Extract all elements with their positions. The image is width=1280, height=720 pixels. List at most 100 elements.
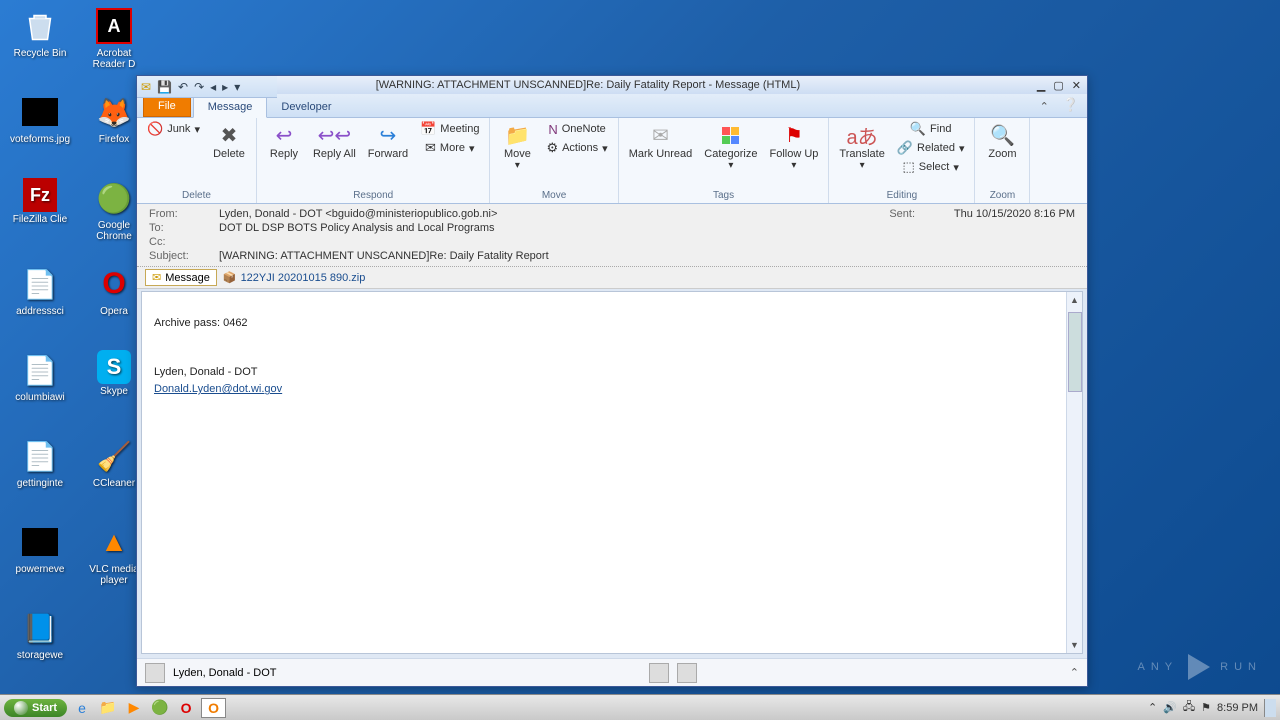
play-icon <box>1188 654 1210 680</box>
taskbar-ie[interactable]: e <box>71 698 93 718</box>
ribbon-tabs: File Message Developer ⌃ ❔ <box>137 94 1087 118</box>
addresssci-icon[interactable]: 📄addresssci <box>4 262 76 346</box>
clock[interactable]: 8:59 PM <box>1217 702 1258 714</box>
reply-all-button[interactable]: ↩↩Reply All <box>309 120 360 162</box>
avatar-small-2[interactable] <box>677 663 697 683</box>
zip-icon: 📦 <box>223 271 237 284</box>
select-icon: ⬚ <box>902 159 914 175</box>
message-body[interactable]: Archive pass: 0462 Lyden, Donald - DOT D… <box>142 292 1066 653</box>
start-orb-icon <box>14 701 28 715</box>
onenote-button[interactable]: NOneNote <box>542 120 611 138</box>
vertical-scrollbar[interactable]: ▲ ▼ <box>1066 292 1082 653</box>
junk-icon: 🚫 <box>147 121 163 137</box>
actions-button[interactable]: ⚙Actions ▾ <box>542 139 611 157</box>
junk-button[interactable]: 🚫Junk ▾ <box>143 120 204 138</box>
archive-pass-text: Archive pass: 0462 <box>154 316 1054 331</box>
sent-label: Sent: <box>865 208 915 220</box>
reply-button[interactable]: ↩Reply <box>263 120 305 162</box>
taskbar-opera[interactable]: O <box>175 698 197 718</box>
storagewe-icon[interactable]: 📘storagewe <box>4 606 76 690</box>
meeting-button[interactable]: 📅Meeting <box>416 120 483 138</box>
group-move: 📁Move ▾ NOneNote ⚙Actions ▾ Move <box>490 118 618 203</box>
help-icon[interactable]: ❔ <box>1055 93 1087 117</box>
message-tab[interactable]: ✉Message <box>145 269 217 286</box>
show-desktop[interactable] <box>1264 699 1276 717</box>
avatar-icon[interactable] <box>145 663 165 683</box>
tray-sound-icon[interactable]: 🔊 <box>1163 701 1177 714</box>
filezilla-icon[interactable]: FzFileZilla Clie <box>4 176 76 260</box>
delete-icon: ✖ <box>221 122 238 148</box>
from-value: Lyden, Donald - DOT <bguido@ministeriopu… <box>219 208 865 220</box>
translate-button[interactable]: aあTranslate ▾ <box>835 120 888 173</box>
related-icon: 🔗 <box>897 140 913 156</box>
watermark: ANY RUN <box>1138 654 1262 680</box>
columbiawi-icon[interactable]: 📄columbiawi <box>4 348 76 432</box>
save-icon[interactable]: 💾 <box>157 80 172 94</box>
move-button[interactable]: 📁Move ▾ <box>496 120 538 173</box>
tab-file[interactable]: File <box>143 95 191 117</box>
zoom-button[interactable]: 🔍Zoom <box>981 120 1023 162</box>
start-button[interactable]: Start <box>4 699 67 717</box>
delete-button[interactable]: ✖Delete <box>208 120 250 162</box>
envelope-icon: ✉ <box>152 271 161 284</box>
taskbar-chrome[interactable]: 🟢 <box>149 698 171 718</box>
maximize-button[interactable]: ▢ <box>1051 79 1065 92</box>
powerneve-icon[interactable]: powerneve <box>4 520 76 604</box>
attachment-file[interactable]: 📦122YJI 20201015 890.zip <box>223 271 365 284</box>
message-body-area: Archive pass: 0462 Lyden, Donald - DOT D… <box>141 291 1083 654</box>
attachment-row: ✉Message 📦122YJI 20201015 890.zip <box>137 267 1087 289</box>
signature-email-link[interactable]: Donald.Lyden@dot.wi.gov <box>154 383 282 395</box>
taskbar-media[interactable]: ▶ <box>123 698 145 718</box>
collapse-ribbon-icon[interactable]: ⌃ <box>1034 96 1055 117</box>
tray-flag-icon[interactable]: ⚑ <box>1201 701 1211 714</box>
people-pane: Lyden, Donald - DOT ⌃ <box>137 658 1087 686</box>
group-editing: aあTranslate ▾ 🔍Find 🔗Related ▾ ⬚Select ▾… <box>829 118 975 203</box>
system-tray: ⌃ 🔊 🖧 ⚑ 8:59 PM <box>1148 698 1276 717</box>
find-button[interactable]: 🔍Find <box>893 120 969 138</box>
qat-more-icon[interactable]: ▾ <box>234 80 240 94</box>
expand-people-icon[interactable]: ⌃ <box>1070 666 1079 679</box>
voteforms-icon[interactable]: voteforms.jpg <box>4 90 76 174</box>
tab-developer[interactable]: Developer <box>267 97 345 117</box>
taskbar-outlook[interactable]: O <box>201 698 226 718</box>
flag-icon: ⚑ <box>785 122 803 148</box>
select-button[interactable]: ⬚Select ▾ <box>893 158 969 176</box>
more-button[interactable]: ✉More ▾ <box>416 139 483 157</box>
prev-icon[interactable]: ◂ <box>210 80 216 94</box>
taskbar-explorer[interactable]: 📁 <box>97 698 119 718</box>
from-label: From: <box>149 208 219 220</box>
gettinginte-icon[interactable]: 📄gettinginte <box>4 434 76 518</box>
to-value: DOT DL DSP BOTS Policy Analysis and Loca… <box>219 222 1075 234</box>
scroll-thumb[interactable] <box>1068 312 1082 392</box>
mark-unread-button[interactable]: ✉Mark Unread <box>625 120 697 162</box>
tray-expand-icon[interactable]: ⌃ <box>1148 701 1157 714</box>
cc-label: Cc: <box>149 236 219 248</box>
subject-label: Subject: <box>149 250 219 262</box>
mark-unread-icon: ✉ <box>652 122 669 148</box>
tray-network-icon[interactable]: 🖧 <box>1183 698 1195 717</box>
related-button[interactable]: 🔗Related ▾ <box>893 139 969 157</box>
group-delete: 🚫Junk ▾ ✖Delete Delete <box>137 118 257 203</box>
redo-icon[interactable]: ↷ <box>194 80 204 94</box>
next-icon[interactable]: ▸ <box>222 80 228 94</box>
tab-message[interactable]: Message <box>193 96 268 118</box>
scroll-up-icon[interactable]: ▲ <box>1067 292 1082 308</box>
titlebar[interactable]: ✉ 💾 ↶ ↷ ◂ ▸ ▾ [WARNING: ATTACHMENT UNSCA… <box>137 76 1087 94</box>
signature-name: Lyden, Donald - DOT <box>154 365 1054 380</box>
followup-button[interactable]: ⚑Follow Up ▾ <box>765 120 822 173</box>
avatar-small-1[interactable] <box>649 663 669 683</box>
forward-button[interactable]: ↪Forward <box>364 120 412 162</box>
forward-icon: ↪ <box>380 122 397 148</box>
recycle-bin-icon[interactable]: Recycle Bin <box>4 4 76 88</box>
scroll-down-icon[interactable]: ▼ <box>1067 637 1082 653</box>
categorize-button[interactable]: Categorize ▾ <box>700 120 761 173</box>
close-button[interactable]: ✕ <box>1070 79 1083 92</box>
categorize-icon <box>722 122 739 148</box>
sent-value: Thu 10/15/2020 8:16 PM <box>915 208 1075 220</box>
group-zoom: 🔍Zoom Zoom <box>975 118 1030 203</box>
more-icon: ✉ <box>425 140 436 156</box>
mail-icon: ✉ <box>141 80 151 94</box>
minimize-button[interactable]: ▁ <box>1035 79 1047 92</box>
desktop: Recycle Bin AAcrobat Reader D voteforms.… <box>0 0 1280 720</box>
undo-icon[interactable]: ↶ <box>178 80 188 94</box>
